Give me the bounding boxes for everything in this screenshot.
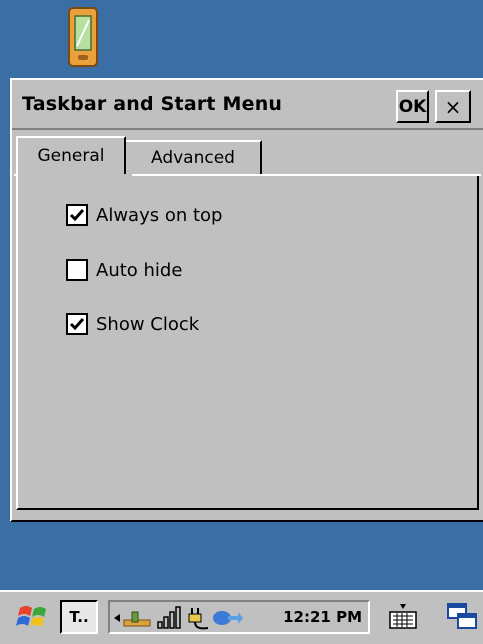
- show-clock-checkbox[interactable]: [66, 313, 88, 335]
- task-button[interactable]: T..: [60, 600, 98, 634]
- always-on-top-label: Always on top: [96, 204, 223, 226]
- tab-general[interactable]: General: [16, 136, 126, 174]
- checkmark-icon: [69, 209, 85, 222]
- switch-window-icon: [447, 603, 477, 629]
- dialog-title: Taskbar and Start Menu: [22, 93, 283, 115]
- auto-hide-option[interactable]: Auto hide: [66, 257, 182, 283]
- always-on-top-option[interactable]: Always on top: [66, 202, 222, 228]
- taskbar: T.. 12:21 PM: [0, 590, 483, 644]
- tab-advanced[interactable]: Advanced: [126, 140, 262, 174]
- close-button[interactable]: ×: [435, 90, 471, 123]
- connection-icon: [213, 611, 243, 625]
- power-plug-icon: [188, 608, 209, 630]
- taskbar-settings-dialog: Taskbar and Start Menu OK × General Adva…: [10, 78, 483, 522]
- system-tray: 12:21 PM: [108, 600, 370, 634]
- auto-hide-label: Auto hide: [96, 259, 183, 281]
- start-flag-icon: [16, 606, 46, 627]
- pda-device-icon[interactable]: [66, 6, 100, 70]
- signal-icon: [157, 606, 181, 629]
- title-divider: [12, 128, 483, 130]
- switch-window-button[interactable]: [444, 600, 480, 634]
- show-clock-label: Show Clock: [96, 313, 200, 335]
- general-tab-panel: Always on top Auto hide Show Clock: [16, 176, 479, 510]
- dialog-titlebar: Taskbar and Start Menu OK ×: [12, 80, 483, 128]
- auto-hide-checkbox[interactable]: [66, 259, 88, 281]
- network-icon: [114, 611, 151, 627]
- show-clock-option[interactable]: Show Clock: [66, 311, 199, 337]
- clock[interactable]: 12:21 PM: [283, 608, 362, 626]
- checkmark-icon: [69, 318, 85, 331]
- ok-button[interactable]: OK: [396, 90, 429, 123]
- input-panel-button[interactable]: [384, 600, 422, 634]
- always-on-top-checkbox[interactable]: [66, 204, 88, 226]
- start-button[interactable]: [16, 600, 52, 634]
- keyboard-icon: [389, 604, 417, 629]
